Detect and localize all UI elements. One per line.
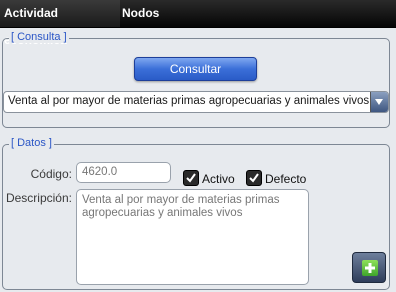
tab-actividad-economica[interactable]: Actividad económica: [0, 0, 120, 47]
consulta-legend: [ Consulta ]: [9, 31, 69, 43]
datos-legend: [ Datos ]: [9, 137, 54, 149]
codigo-field[interactable]: 4620.0: [76, 162, 171, 183]
add-button[interactable]: [352, 252, 386, 283]
add-icon: [362, 260, 378, 276]
codigo-label: Código:: [30, 167, 72, 181]
descripcion-textarea[interactable]: Venta al por mayor de materias primas ag…: [76, 189, 309, 285]
defecto-label: Defecto: [265, 172, 307, 186]
codigo-value: 4620.0: [82, 166, 118, 178]
tab-nodos[interactable]: Nodos: [118, 0, 163, 27]
consultar-button[interactable]: Consultar: [134, 57, 257, 81]
activo-checkbox[interactable]: [183, 170, 199, 186]
check-icon: [186, 173, 196, 183]
descripcion-label: Descripción:: [5, 191, 72, 205]
defecto-checkbox[interactable]: [246, 170, 262, 186]
descripcion-value: Venta al por mayor de materias primas ag…: [82, 194, 280, 219]
actividad-select-value: Venta al por mayor de materias primas ag…: [8, 95, 370, 107]
chevron-down-icon[interactable]: [370, 92, 388, 112]
actividad-select[interactable]: Venta al por mayor de materias primas ag…: [3, 91, 389, 113]
consulta-section: [ Consulta ]: [2, 31, 390, 128]
tab-bar: Actividad económica Nodos: [0, 0, 396, 47]
check-icon: [249, 173, 259, 183]
activo-label: Activo: [202, 172, 235, 186]
